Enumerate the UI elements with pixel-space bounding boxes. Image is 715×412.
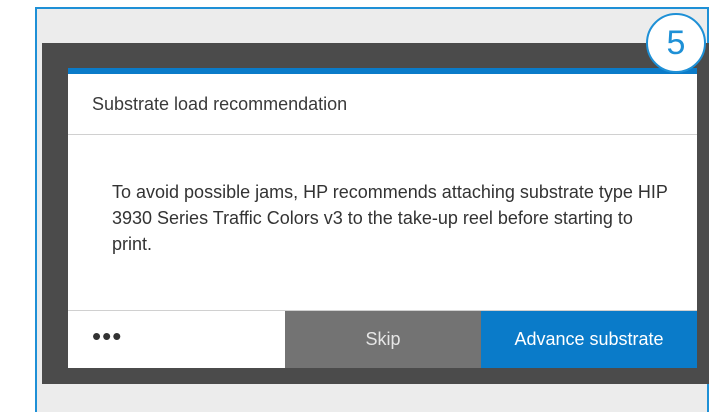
dialog-message: To avoid possible jams, HP recommends at… xyxy=(112,182,668,254)
advance-substrate-button[interactable]: Advance substrate xyxy=(481,311,697,368)
more-options-button[interactable]: ••• xyxy=(68,311,285,368)
skip-button[interactable]: Skip xyxy=(285,311,481,368)
step-number-badge: 5 xyxy=(646,13,706,73)
title-divider xyxy=(68,134,697,135)
substrate-load-dialog: Substrate load recommendation To avoid p… xyxy=(68,68,697,368)
dialog-button-bar: ••• Skip Advance substrate xyxy=(68,310,697,368)
dialog-title: Substrate load recommendation xyxy=(92,94,348,114)
